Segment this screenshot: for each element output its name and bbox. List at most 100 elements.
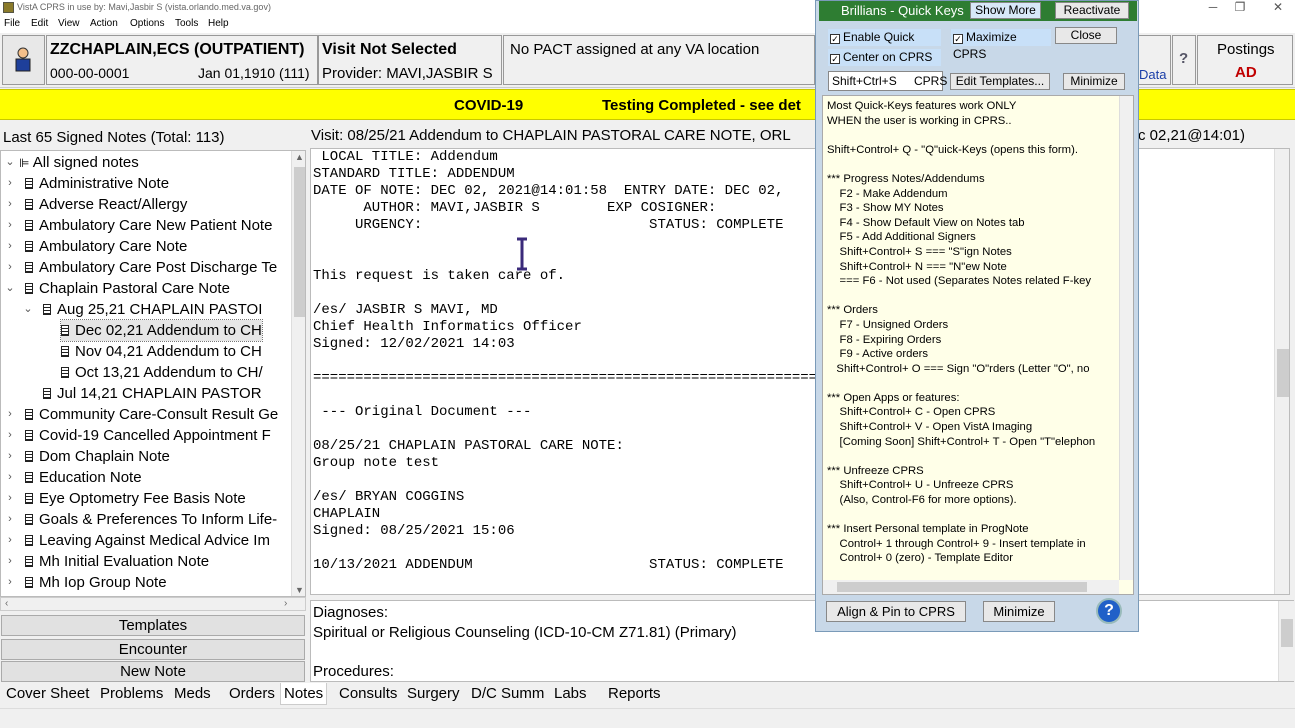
tree-item[interactable]: ⌄ Chaplain Pastoral Care Note	[5, 278, 230, 299]
menu-file[interactable]: File	[4, 18, 20, 29]
maximize-cprs-checkbox[interactable]: ✓ Maximize CPRS	[951, 29, 1051, 61]
menu-tools[interactable]: Tools	[175, 18, 198, 29]
note-scroll-thumb[interactable]	[1277, 349, 1289, 397]
note-scrollbar[interactable]	[1274, 149, 1289, 594]
diagnoses-scrollbar[interactable]	[1278, 601, 1294, 681]
tree-item[interactable]: › Ambulatory Care Post Discharge Te	[8, 257, 277, 278]
tab-dc-summ[interactable]: D/C Summ	[468, 685, 547, 702]
reminders-button[interactable]: ?	[1172, 35, 1196, 85]
patient-info-box[interactable]: ZZCHAPLAIN,ECS (OUTPATIENT) 000-00-0001 …	[46, 35, 318, 85]
tree-item-label: Education Note	[39, 469, 142, 486]
tree-item[interactable]: ⌄ Aug 25,21 CHAPLAIN PASTOI	[23, 299, 262, 320]
tree-item[interactable]: Jul 14,21 CHAPLAIN PASTOR	[43, 383, 262, 404]
tree-root[interactable]: ⌄ ⊫ All signed notes	[5, 152, 138, 173]
tree-item[interactable]: Nov 04,21 Addendum to CH	[61, 341, 262, 362]
menu-action[interactable]: Action	[90, 18, 118, 29]
tree-item[interactable]: › Community Care-Consult Result Ge	[8, 404, 278, 425]
expand-icon[interactable]: ›	[5, 404, 15, 425]
new-note-button[interactable]: New Note	[1, 661, 305, 682]
tree-item[interactable]: › Leaving Against Medical Advice Im	[8, 530, 270, 551]
tree-item[interactable]: Oct 13,21 Addendum to CH/	[61, 362, 263, 383]
tree-item[interactable]: › Goals & Preferences To Inform Life-	[8, 509, 277, 530]
tree-item[interactable]: › Education Note	[8, 467, 142, 488]
expand-icon[interactable]: ›	[5, 194, 15, 215]
diagnoses-panel[interactable]: Diagnoses: Spiritual or Religious Counse…	[310, 600, 1294, 682]
tab-orders[interactable]: Orders	[226, 685, 278, 702]
tree-item[interactable]: › Dom Chaplain Note	[8, 446, 170, 467]
tab-meds[interactable]: Meds	[171, 685, 214, 702]
scroll-left-icon[interactable]: ‹	[5, 598, 8, 609]
help-icon[interactable]: ?	[1096, 598, 1122, 624]
expand-icon[interactable]: ›	[5, 509, 15, 530]
expand-icon[interactable]: ›	[5, 173, 15, 194]
hotkey-field[interactable]: Shift+Ctrl+S CPRS	[828, 71, 947, 91]
close-quick-keys-button[interactable]: Close	[1055, 27, 1117, 44]
tab-reports[interactable]: Reports	[605, 685, 664, 702]
quick-keys-info[interactable]: Most Quick-Keys features work ONLY WHEN …	[822, 95, 1134, 595]
tree-item[interactable]: › Adverse React/Allergy	[8, 194, 187, 215]
tree-item[interactable]: › Ambulatory Care Note	[8, 236, 187, 257]
postings-button[interactable]: Postings AD	[1197, 35, 1293, 85]
scroll-down-icon[interactable]: ▼	[295, 585, 304, 595]
expand-icon[interactable]: ›	[5, 215, 15, 236]
expand-icon[interactable]: ›	[5, 236, 15, 257]
menu-view[interactable]: View	[58, 18, 80, 29]
tab-problems[interactable]: Problems	[97, 685, 166, 702]
expand-icon[interactable]: ›	[5, 425, 15, 446]
align-pin-button[interactable]: Align & Pin to CPRS	[826, 601, 966, 622]
enable-quick-keys-checkbox[interactable]: ✓Enable Quick Keys	[828, 29, 941, 61]
edit-templates-button[interactable]: Edit Templates...	[950, 73, 1050, 90]
diagnoses-scroll-thumb[interactable]	[1281, 619, 1293, 647]
tab-labs[interactable]: Labs	[551, 685, 590, 702]
note-text-area[interactable]: LOCAL TITLE: Addendum STANDARD TITLE: AD…	[310, 148, 1290, 595]
collapse-icon[interactable]: ⌄	[5, 152, 15, 173]
quick-keys-scrollbar[interactable]	[1119, 96, 1133, 580]
tab-consults[interactable]: Consults	[336, 685, 400, 702]
covid-status: Testing Completed - see det	[602, 97, 801, 114]
scroll-up-icon[interactable]: ▲	[295, 152, 304, 162]
tree-item[interactable]: Dec 02,21 Addendum to CH	[60, 319, 263, 342]
show-more-button[interactable]: Show More	[970, 2, 1041, 19]
expand-icon[interactable]: ›	[5, 530, 15, 551]
expand-icon[interactable]: ›	[5, 551, 15, 572]
tab-cover-sheet[interactable]: Cover Sheet	[3, 685, 92, 702]
minimize-bottom-button[interactable]: Minimize	[983, 601, 1055, 622]
quick-keys-window[interactable]: Brillians - Quick Keys Show More Reactiv…	[815, 0, 1139, 632]
pact-box[interactable]: No PACT assigned at any VA location	[503, 35, 815, 85]
collapse-icon[interactable]: ⌄	[5, 278, 15, 299]
tab-notes[interactable]: Notes	[280, 683, 328, 705]
menu-edit[interactable]: Edit	[31, 18, 48, 29]
tree-item[interactable]: › Administrative Note	[8, 173, 169, 194]
encounter-button[interactable]: Encounter	[1, 639, 305, 660]
maximize-window-button[interactable]: ❐	[1222, 0, 1258, 16]
collapse-icon[interactable]: ⌄	[23, 299, 33, 320]
expand-icon[interactable]: ›	[5, 446, 15, 467]
expand-icon[interactable]: ›	[5, 488, 15, 509]
tree-item[interactable]: › Eye Optometry Fee Basis Note	[8, 488, 246, 509]
quick-keys-hscroll-thumb[interactable]	[837, 582, 1087, 592]
menu-options[interactable]: Options	[130, 18, 164, 29]
expand-icon[interactable]: ›	[5, 572, 15, 593]
tree-hscrollbar[interactable]: ‹ ›	[0, 597, 306, 611]
patient-selector-button[interactable]	[2, 35, 45, 85]
templates-button[interactable]: Templates	[1, 615, 305, 636]
expand-icon[interactable]: ›	[5, 467, 15, 488]
menu-help[interactable]: Help	[208, 18, 229, 29]
quick-keys-hscrollbar[interactable]	[823, 580, 1119, 594]
notes-tree[interactable]: ⌄ ⊫ All signed notes › Administrative Not…	[0, 150, 306, 597]
expand-icon[interactable]: ›	[5, 257, 15, 278]
tree-item[interactable]: › Covid-19 Cancelled Appointment F	[8, 425, 271, 446]
remote-data-button[interactable]: Data	[1138, 35, 1171, 85]
reactivate-button[interactable]: Reactivate	[1055, 2, 1129, 19]
scroll-right-icon[interactable]: ›	[284, 598, 287, 609]
tree-scrollbar[interactable]: ▲ ▼	[291, 151, 305, 596]
close-window-button[interactable]: ✕	[1260, 0, 1295, 16]
center-on-cprs-checkbox[interactable]: ✓ Center on CPRS	[828, 49, 941, 66]
visit-info-box[interactable]: Visit Not Selected Provider: MAVI,JASBIR…	[318, 35, 502, 85]
tree-item[interactable]: › Ambulatory Care New Patient Note	[8, 215, 272, 236]
minimize-quick-keys-button[interactable]: Minimize	[1063, 73, 1125, 90]
tree-item[interactable]: › Mh Initial Evaluation Note	[8, 551, 209, 572]
tree-scroll-thumb[interactable]	[294, 167, 305, 317]
tab-surgery[interactable]: Surgery	[404, 685, 463, 702]
tree-item[interactable]: › Mh Iop Group Note	[8, 572, 166, 593]
